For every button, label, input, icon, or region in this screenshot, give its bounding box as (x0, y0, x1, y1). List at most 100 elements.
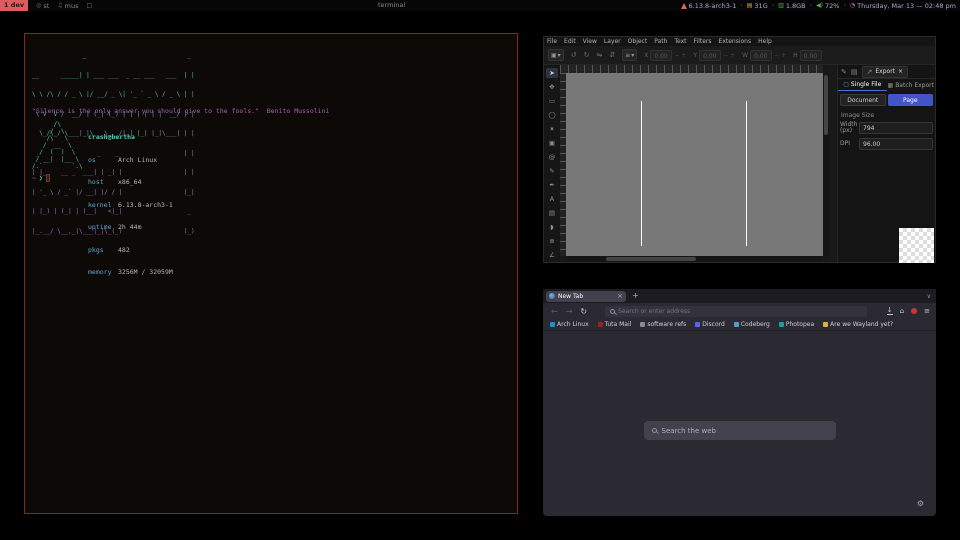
bookmark-favicon (779, 322, 784, 327)
fill-stroke-dialog-icon[interactable]: ✎ (841, 68, 847, 76)
terminal-window[interactable]: _ _ __ _____| | ___ ___ _ __ ___ ___ | |… (24, 33, 518, 514)
canvas[interactable] (566, 73, 823, 258)
pencil-tool-icon[interactable]: ✎ (546, 166, 558, 176)
arch-ascii-logo: /\ / \ /\ \ / __ \ / ( ) \ / __| |__ \ /… (32, 121, 83, 170)
document-button[interactable]: Document (840, 94, 886, 106)
export-mode-tabs: ▢ Single File ▦ Batch Export (838, 79, 935, 91)
increment-button[interactable]: + (781, 52, 786, 59)
menu-filters[interactable]: Filters (694, 38, 712, 45)
browser-tab[interactable]: New Tab × (546, 291, 626, 302)
url-input[interactable] (618, 308, 862, 315)
menu-hamburger-icon[interactable]: ≡ (924, 308, 930, 315)
rotate-ccw-icon[interactable]: ↺ (571, 51, 577, 59)
star-tool-icon[interactable]: ✶ (546, 124, 558, 134)
export-panel: ✎ ▤ ↗ Export × ▢ Single File ▦ Batch Exp… (837, 65, 935, 262)
settings-gear-icon[interactable]: ⚙ (917, 500, 924, 508)
downloads-icon[interactable]: ↓ (887, 307, 893, 315)
menu-view[interactable]: View (583, 38, 597, 45)
menu-object[interactable]: Object (628, 38, 648, 45)
tab-favicon (549, 293, 555, 299)
dropper-tool-icon[interactable]: ◗ (546, 222, 558, 232)
search-icon (610, 309, 615, 314)
scrollbar-thumb[interactable] (824, 75, 828, 135)
menu-help[interactable]: Help (758, 38, 772, 45)
spiral-tool-icon[interactable]: @ (546, 152, 558, 162)
decrement-button[interactable]: − (674, 52, 679, 59)
export-width-input[interactable]: 794 (859, 122, 933, 134)
selection-mode-dropdown[interactable]: ▣ ▾ (548, 49, 564, 61)
bookmark-codeberg[interactable]: Codeberg (734, 321, 770, 328)
menu-extensions[interactable]: Extensions (719, 38, 752, 45)
web-search-box[interactable]: Search the web (644, 421, 836, 440)
bookmark-arch-linux[interactable]: Arch Linux (550, 321, 589, 328)
new-tab-button[interactable]: + (632, 292, 639, 300)
fetch-row: uptime 2h 44m (88, 224, 173, 232)
ellipse-tool-icon[interactable]: ◯ (546, 110, 558, 120)
bookmark-are-we-wayland-yet[interactable]: Are we Wayland yet? (823, 321, 893, 328)
increment-button[interactable]: + (681, 52, 686, 59)
x-coordinate-field: X 0.00 − + (644, 50, 686, 61)
user-host: crash@bertha (88, 134, 173, 142)
horizontal-ruler[interactable] (560, 65, 823, 73)
memory-icon: ▥ (778, 2, 784, 9)
height-field: H 0.00 (793, 50, 822, 61)
align-dropdown[interactable]: ≡ ▾ (622, 49, 637, 61)
bookmark-folder-software-refs[interactable]: software refs (640, 321, 686, 328)
node-tool-icon[interactable]: ✥ (546, 82, 558, 92)
text-tool-icon[interactable]: A (546, 194, 558, 204)
horizontal-scrollbar[interactable] (566, 256, 823, 262)
menu-path[interactable]: Path (654, 38, 667, 45)
decrement-button[interactable]: − (774, 52, 779, 59)
rotate-cw-icon[interactable]: ↻ (584, 51, 590, 59)
tab-list-chevron-icon[interactable]: ∨ (927, 293, 931, 300)
menu-text[interactable]: Text (674, 38, 686, 45)
home-icon[interactable]: ⌂ (900, 308, 904, 315)
workspace-tag-empty[interactable]: □ (87, 2, 93, 9)
back-button[interactable]: ← (551, 307, 558, 316)
tab-strip: New Tab × + ∨ (543, 289, 936, 303)
workspace-tag-st[interactable]: ◎ st (36, 2, 49, 10)
page-button[interactable]: Page (888, 94, 934, 106)
memory-module: ▥ 1.8GB (778, 2, 806, 10)
export-dialog-tab[interactable]: ↗ Export × (862, 66, 909, 78)
tab-single-file[interactable]: ▢ Single File (838, 79, 887, 91)
gradient-tool-icon[interactable]: ▤ (546, 208, 558, 218)
dialog-tab-strip: ✎ ▤ ↗ Export × (838, 65, 935, 79)
bookmark-favicon (823, 322, 828, 327)
url-bar[interactable] (605, 306, 867, 317)
bookmark-photopea[interactable]: Photopea (779, 321, 814, 328)
rectangle-tool-icon[interactable]: ▭ (546, 96, 558, 106)
disk-module: ▤ 31G (747, 2, 768, 10)
menu-edit[interactable]: Edit (564, 38, 576, 45)
measure-tool-icon[interactable]: ∠ (546, 250, 558, 260)
export-preview-thumbnail (899, 228, 934, 263)
decrement-button[interactable]: − (723, 52, 728, 59)
status-bar: 1 dev ◎ st ♫ mus □ terminal 6.13.8-arch3… (0, 0, 960, 11)
tab-batch-export[interactable]: ▦ Batch Export (887, 79, 936, 91)
scrollbar-thumb[interactable] (606, 257, 696, 261)
menu-layer[interactable]: Layer (604, 38, 621, 45)
tab-close-icon[interactable]: × (617, 293, 623, 299)
workspace-tag-active[interactable]: 1 dev (0, 0, 28, 11)
extension-icon[interactable] (911, 308, 917, 314)
pen-tool-icon[interactable]: ✒ (546, 180, 558, 190)
bookmark-discord[interactable]: Discord (695, 321, 725, 328)
selector-tool-icon[interactable]: ➤ (546, 68, 558, 78)
increment-button[interactable]: + (730, 52, 735, 59)
reload-button[interactable]: ↻ (580, 307, 587, 316)
bookmark-tuta-mail[interactable]: Tuta Mail (598, 321, 632, 328)
flip-horizontal-icon[interactable]: ⇋ (596, 51, 602, 59)
flip-vertical-icon[interactable]: ⇵ (609, 51, 615, 59)
forward-button[interactable]: → (566, 307, 573, 316)
shell-prompt[interactable]: ~ ❯ (32, 174, 50, 182)
menu-bar: File Edit View Layer Object Path Text Fi… (544, 37, 935, 46)
workspace-tag-mus[interactable]: ♫ mus (57, 2, 78, 10)
inkscape-window: File Edit View Layer Object Path Text Fi… (543, 36, 936, 263)
close-icon[interactable]: × (898, 68, 903, 75)
export-dpi-input[interactable]: 96.00 (859, 138, 933, 150)
box3d-tool-icon[interactable]: ▣ (546, 138, 558, 148)
layers-dialog-icon[interactable]: ▤ (851, 68, 858, 76)
zoom-tool-icon[interactable]: ⊕ (546, 236, 558, 246)
page-right-edge (746, 101, 747, 246)
menu-file[interactable]: File (547, 38, 557, 45)
